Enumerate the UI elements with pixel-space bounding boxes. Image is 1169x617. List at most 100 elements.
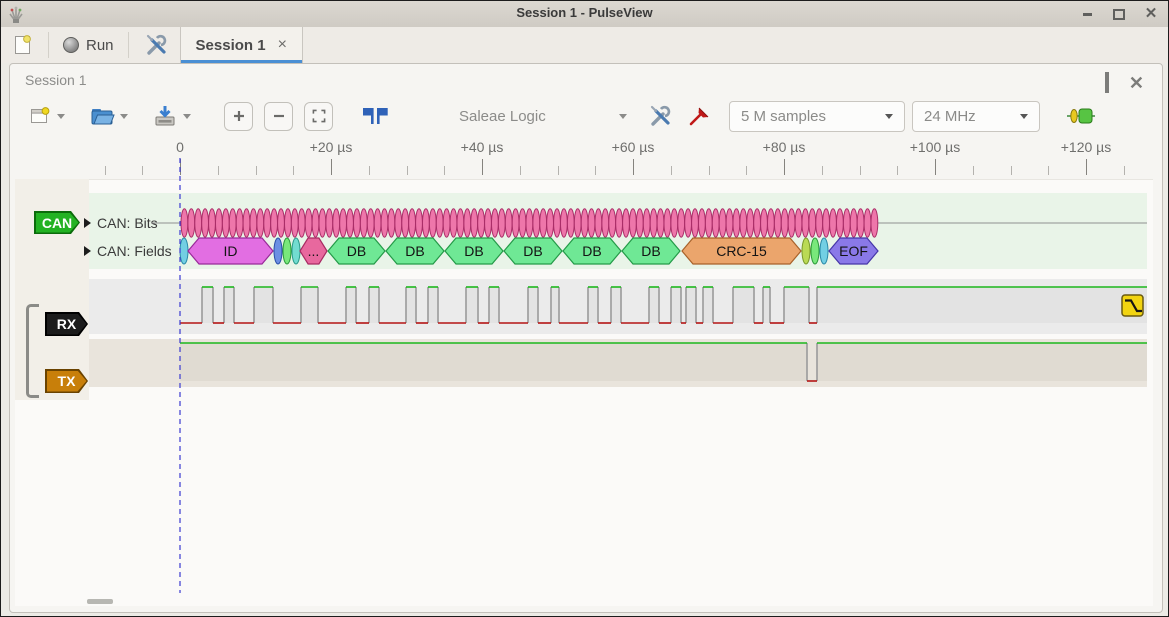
wrench-screwdriver-icon [143,32,169,58]
tx-tag-label: TX [47,371,87,392]
probe-icon [686,104,712,128]
show-cursors-button[interactable] [357,100,393,132]
ruler-minor-tick [746,166,747,175]
run-state-icon [63,37,79,53]
title-bar: Session 1 - PulseView ✕ [1,1,1168,28]
run-label: Run [86,37,114,54]
ruler-minor-tick [973,166,974,175]
session-panel-title: Session 1 [25,72,86,88]
can-fields-label-text: CAN: Fields [97,243,172,259]
new-document-icon [12,33,34,57]
channel-group-bracket[interactable] [26,304,39,398]
close-icon: ✕ [1145,8,1158,20]
ruler-major-tick [633,159,634,175]
zoom-out-button[interactable] [264,102,293,131]
maximize-icon [1113,9,1125,20]
can-bits-row-label[interactable]: CAN: Bits [84,214,158,232]
main-toolbar: Run Session 1 × [1,27,1168,63]
toolbar-separator [48,32,49,58]
ruler-minor-tick [1011,166,1012,175]
open-button[interactable] [86,100,131,132]
window-minimize-button[interactable] [1080,7,1094,21]
can-tag-label: CAN [36,213,79,233]
ruler-minor-tick [1048,166,1049,175]
tx-channel-tag[interactable]: TX [45,369,88,393]
dropdown-caret-icon [1020,114,1028,119]
ruler-label: +100 µs [887,139,983,155]
zoom-fit-button[interactable] [304,102,333,131]
ruler-minor-tick [897,166,898,175]
ruler-major-tick [180,159,181,175]
ruler-major-tick [331,159,332,175]
can-fields-row-label[interactable]: CAN: Fields [84,242,172,260]
rx-channel-tag[interactable]: RX [45,312,88,336]
dropdown-caret-icon [57,114,65,119]
time-ruler: 0+20 µs+40 µs+60 µs+80 µs+100 µs+120 µs [1,137,1169,178]
rx-row-background [89,279,1147,334]
zoom-in-icon [232,109,246,123]
new-session-button[interactable] [1,27,45,63]
ruler-minor-tick [407,166,408,175]
new-view-icon [28,105,52,127]
pulseview-window: Session 1 - PulseView ✕ Run [0,0,1169,617]
dropdown-caret-icon [183,114,191,119]
ruler-major-tick [784,159,785,175]
ruler-minor-tick [369,166,370,175]
open-folder-icon [89,105,115,127]
add-decoder-button[interactable] [1062,100,1100,132]
horizontal-scrollbar-thumb[interactable] [87,599,113,604]
tab-label: Session 1 [196,37,266,54]
can-decoder-row-background [89,193,1147,269]
window-maximize-button[interactable] [1112,7,1126,21]
rx-tag-label: RX [47,314,87,335]
minimize-icon [1083,13,1092,16]
device-select[interactable]: Saleae Logic [459,108,627,125]
can-decoder-tag[interactable]: CAN [34,211,80,234]
new-view-button[interactable] [25,100,68,132]
sample-count-value: 5 M samples [741,108,826,125]
sample-rate-combo[interactable]: 24 MHz [912,101,1040,132]
tab-session-1[interactable]: Session 1 × [180,27,303,63]
ruler-minor-tick [105,166,106,175]
window-close-button[interactable]: ✕ [1144,7,1158,21]
ruler-label: 0 [132,139,228,155]
sample-count-combo[interactable]: 5 M samples [729,101,905,132]
panel-close-button[interactable]: ✕ [1129,77,1144,89]
ruler-minor-tick [256,166,257,175]
window-title: Session 1 - PulseView [1,5,1168,20]
expand-arrow-icon[interactable] [84,246,91,256]
configure-device-button[interactable] [643,100,677,132]
expand-arrow-icon[interactable] [84,218,91,228]
tab-close-button[interactable]: × [278,36,287,54]
can-bits-label-text: CAN: Bits [97,215,158,231]
session-toolbar: Saleae Logic 5 M samples 24 MHz [25,98,1100,134]
ruler-minor-tick [1124,166,1125,175]
ruler-minor-tick [709,166,710,175]
ruler-minor-tick [822,166,823,175]
ruler-minor-tick [860,166,861,175]
ruler-label: +60 µs [585,139,681,155]
ruler-minor-tick [218,166,219,175]
ruler-label: +120 µs [1038,139,1134,155]
zoom-out-icon [272,109,286,123]
ruler-label: +80 µs [736,139,832,155]
sample-rate-value: 24 MHz [924,108,976,125]
dropdown-caret-icon [619,114,627,119]
device-name: Saleae Logic [459,108,546,125]
dropdown-caret-icon [120,114,128,119]
ruler-major-tick [1086,159,1087,175]
ruler-minor-tick [520,166,521,175]
settings-button[interactable] [132,27,180,63]
ruler-major-tick [482,159,483,175]
ruler-major-tick [935,159,936,175]
ruler-minor-tick [558,166,559,175]
ruler-minor-tick [293,166,294,175]
save-button[interactable] [149,100,194,132]
ruler-minor-tick [444,166,445,175]
panel-maximize-button[interactable] [1105,74,1109,92]
channels-button[interactable] [683,100,715,132]
save-icon [152,104,178,128]
run-button[interactable]: Run [52,27,125,63]
zoom-in-button[interactable] [224,102,253,131]
ruler-minor-tick [671,166,672,175]
